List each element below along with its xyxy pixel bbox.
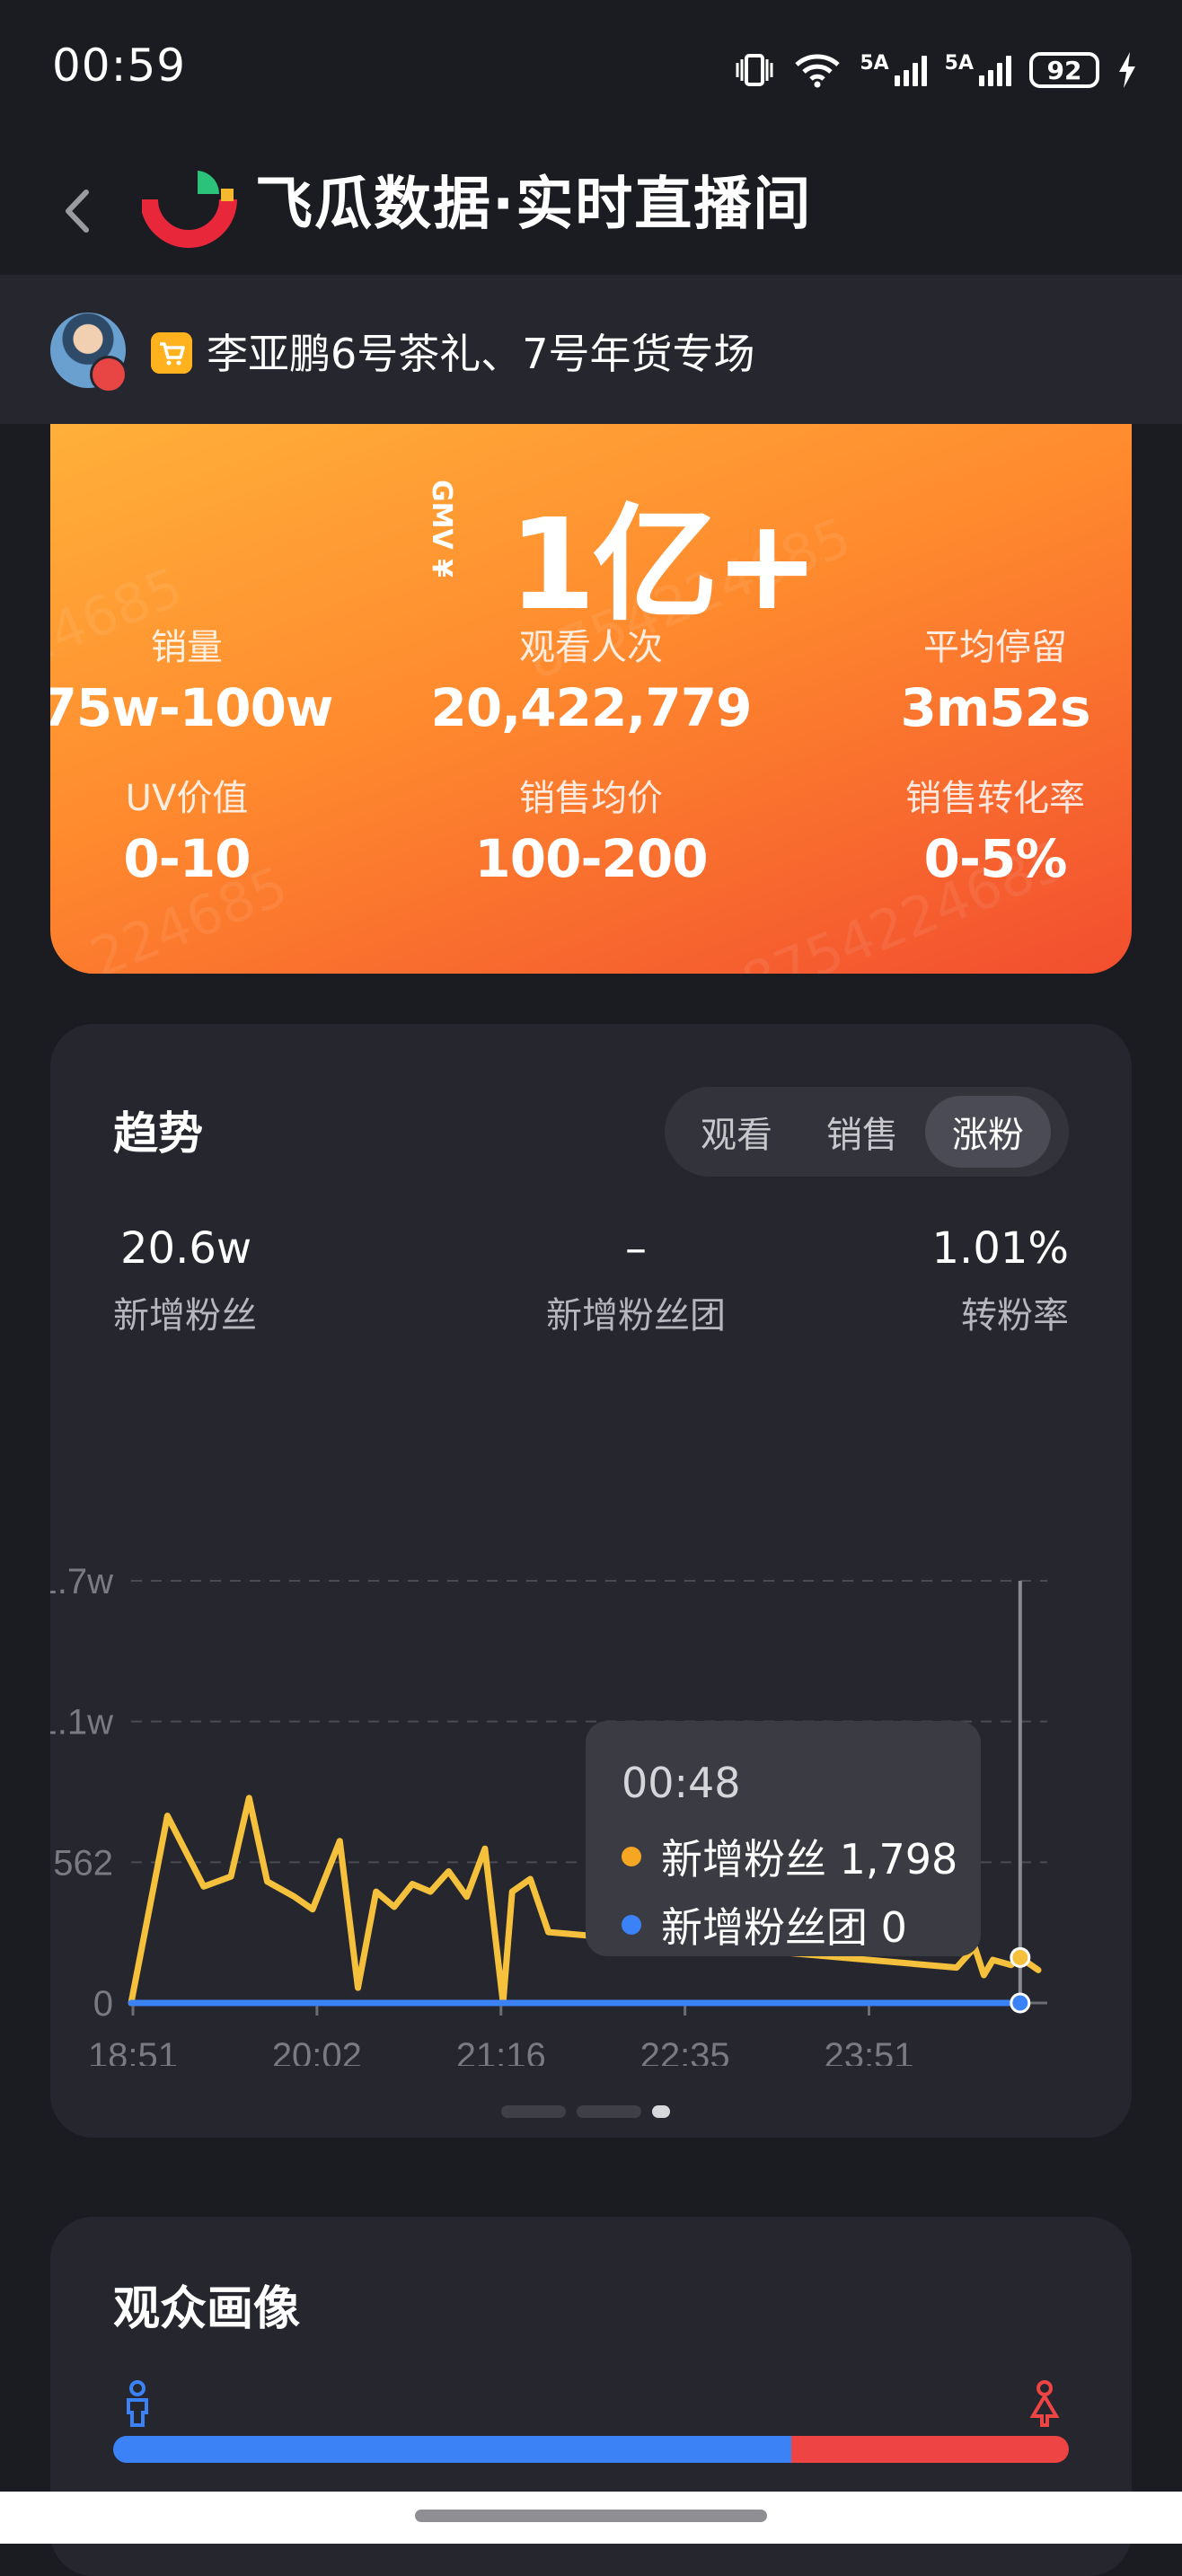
battery-level: 92 xyxy=(1046,55,1082,85)
kpi-label: 新增粉丝 xyxy=(113,1295,257,1337)
trend-title: 趋势 xyxy=(113,1107,203,1160)
tab-sales[interactable]: 销售 xyxy=(799,1096,925,1168)
page-indicator-dot-active[interactable] xyxy=(652,2105,670,2118)
y-tick-label: 1.1w xyxy=(50,1703,113,1742)
kpi-label: 转粉率 xyxy=(961,1295,1069,1337)
status-bar: 00:59 5A 5A 92 xyxy=(0,0,1182,144)
stat-value: 20,422,779 xyxy=(430,677,753,738)
kpi-value: 1.01% xyxy=(931,1223,1069,1274)
stat-conversion-rate: 销售转化率 0-5% xyxy=(816,769,1132,889)
back-button[interactable] xyxy=(45,171,117,251)
tooltip-row-fan-club: 新增粉丝团 0 xyxy=(622,1895,907,1954)
y-tick-label: 0 xyxy=(93,1984,113,2024)
trend-card: 趋势 观看 销售 涨粉 20.6w 新增粉丝 – 新增粉丝团 1.01% 转粉率… xyxy=(50,1024,1132,2138)
stat-label: UV价值 xyxy=(125,778,249,819)
tooltip-row-followers: 新增粉丝 1,798 xyxy=(622,1827,957,1886)
legend-dot-fan-club xyxy=(622,1915,641,1935)
gmv-label-text: GMV ¥ xyxy=(426,480,457,578)
tooltip-time: 00:48 xyxy=(622,1759,741,1807)
male-icon xyxy=(127,2380,148,2427)
hover-point-new-followers xyxy=(1010,1946,1031,1968)
chart-tooltip: 00:48 新增粉丝 1,798 新增粉丝团 0 xyxy=(586,1721,981,1956)
bottom-gesture-bar xyxy=(0,2492,1182,2544)
signal-icon-b xyxy=(979,54,1011,86)
kpi-value: 20.6w xyxy=(120,1223,252,1274)
hover-point-new-fan-club xyxy=(1010,1992,1031,2014)
status-icons: 5A 5A 92 xyxy=(734,45,1137,95)
tooltip-row-text: 新增粉丝团 0 xyxy=(661,1903,907,1952)
signal-icon-a xyxy=(894,54,927,86)
stream-title: 李亚鹏6号茶礼、7号年货专场 xyxy=(207,330,755,378)
network-label-a: 5A xyxy=(860,51,889,75)
page-indicator-dot[interactable] xyxy=(501,2105,566,2118)
y-tick-label: 5,562 xyxy=(50,1843,113,1883)
x-tick-label: 23:51 xyxy=(824,2036,913,2066)
x-tick-label: 18:51 xyxy=(88,2036,178,2066)
charging-icon xyxy=(1119,52,1135,88)
kpi-follow-rate: 1.01% 转粉率 xyxy=(932,1223,1069,1338)
stat-value: 75w-100w xyxy=(50,677,334,738)
stat-avg-stay: 平均停留 3m52s xyxy=(816,618,1132,738)
feigua-logo xyxy=(142,171,237,248)
kpi-new-fan-club: – 新增粉丝团 xyxy=(501,1223,771,1338)
stat-sales-volume: 销量 75w-100w xyxy=(50,618,366,738)
app-title: 飞瓜数据·实时直播间 xyxy=(255,172,813,238)
tooltip-row-text: 新增粉丝 1,798 xyxy=(661,1835,958,1883)
kpi-value: – xyxy=(625,1223,647,1274)
stat-uv-value: UV价值 0-10 xyxy=(50,769,366,889)
stat-label: 销量 xyxy=(151,627,223,668)
network-label-b: 5A xyxy=(944,51,974,75)
gmv-label: GMV ¥ xyxy=(426,480,457,578)
shopping-cart-icon xyxy=(151,332,192,374)
audience-title: 观众画像 xyxy=(113,2282,301,2336)
page-indicator-dot[interactable] xyxy=(577,2105,641,2118)
streamer-avatar[interactable] xyxy=(50,313,128,393)
stats-card: 24685 8754224685 8754224685 224685 GMV ¥… xyxy=(50,424,1132,974)
x-tick-label: 21:16 xyxy=(456,2036,546,2066)
stat-value: 100-200 xyxy=(474,828,708,889)
wifi-icon xyxy=(795,54,841,88)
tab-followers[interactable]: 涨粉 xyxy=(925,1096,1051,1168)
gender-ratio-bar xyxy=(113,2436,1069,2463)
kpi-label: 新增粉丝团 xyxy=(546,1295,726,1337)
stat-value: 0-10 xyxy=(123,828,251,889)
home-indicator[interactable] xyxy=(415,2510,767,2522)
battery-indicator: 92 xyxy=(1029,52,1099,88)
x-tick-label: 22:35 xyxy=(640,2036,730,2066)
trend-tab-switcher: 观看 销售 涨粉 xyxy=(665,1087,1069,1177)
stat-views: 观看人次 20,422,779 xyxy=(411,618,771,738)
female-icon xyxy=(1029,2380,1060,2427)
stat-value: 0-5% xyxy=(923,828,1068,889)
tab-views[interactable]: 观看 xyxy=(674,1096,799,1168)
live-stats-badge-icon xyxy=(90,356,128,393)
stat-label: 销售转化率 xyxy=(905,778,1085,819)
x-tick-label: 20:02 xyxy=(272,2036,362,2066)
stat-value: 3m52s xyxy=(900,677,1090,738)
stat-label: 销售均价 xyxy=(519,778,663,819)
clock: 00:59 xyxy=(52,40,187,92)
legend-dot-followers xyxy=(622,1847,641,1866)
stat-label: 观看人次 xyxy=(519,627,663,668)
stat-label: 平均停留 xyxy=(923,627,1067,668)
vibrate-icon xyxy=(736,54,773,86)
male-share-segment xyxy=(113,2436,792,2463)
streamer-bar[interactable]: 李亚鹏6号茶礼、7号年货专场 xyxy=(0,275,1182,424)
female-share-segment xyxy=(791,2436,1069,2463)
kpi-new-followers: 20.6w 新增粉丝 xyxy=(113,1223,257,1338)
stat-avg-price: 销售均价 100-200 xyxy=(411,769,771,889)
y-tick-label: 1.7w xyxy=(50,1562,113,1601)
